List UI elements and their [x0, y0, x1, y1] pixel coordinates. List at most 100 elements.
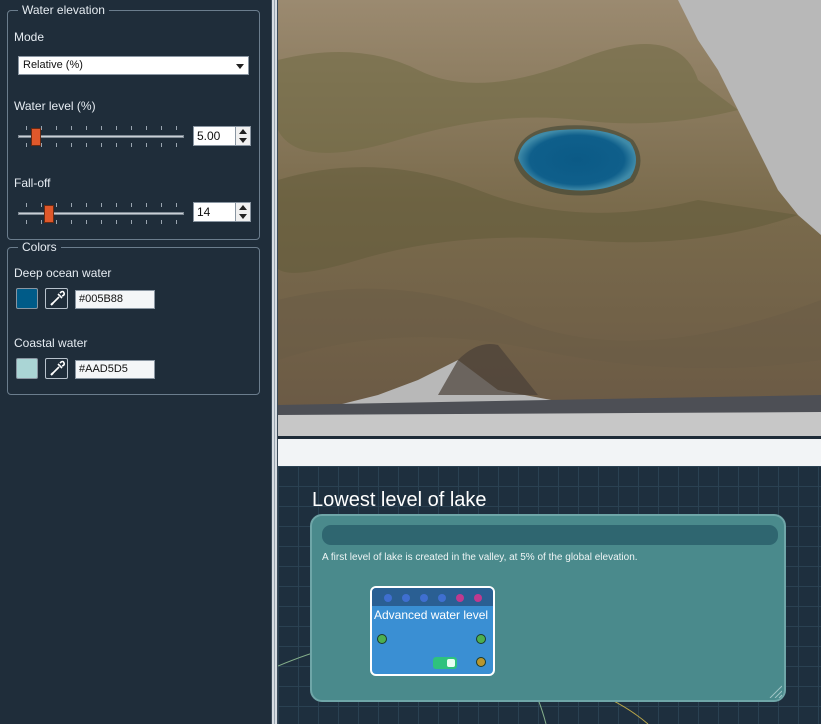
- water-level-track: [18, 135, 184, 138]
- spin-up-icon[interactable]: [239, 129, 247, 134]
- terrain-viewport[interactable]: [278, 0, 821, 439]
- slider-tick: [176, 203, 177, 207]
- slider-tick: [146, 126, 147, 130]
- node-param-port[interactable]: [474, 594, 482, 602]
- falloff-track: [18, 212, 184, 215]
- slider-tick: [56, 143, 57, 147]
- slider-tick: [41, 203, 42, 207]
- deep-ocean-hex: #005B88: [79, 293, 124, 305]
- slider-tick: [176, 220, 177, 224]
- slider-tick: [101, 126, 102, 130]
- slider-tick: [131, 126, 132, 130]
- node-title: Advanced water level: [374, 608, 489, 622]
- slider-tick: [71, 220, 72, 224]
- spin-down-icon[interactable]: [239, 138, 247, 143]
- coastal-water-label: Coastal water: [14, 336, 88, 350]
- slider-tick: [146, 220, 147, 224]
- slider-tick: [101, 220, 102, 224]
- spin-up-icon[interactable]: [239, 205, 247, 210]
- falloff-spinbox[interactable]: 14: [193, 202, 251, 222]
- slider-tick: [146, 143, 147, 147]
- eyedropper-icon: [50, 290, 66, 306]
- water-level-spinbox[interactable]: 5.00: [193, 126, 251, 146]
- slider-tick: [41, 143, 42, 147]
- properties-panel: Water elevation Mode Relative (%) Water …: [0, 0, 271, 724]
- water-elevation-title: Water elevation: [18, 3, 109, 17]
- falloff-label: Fall-off: [14, 176, 51, 190]
- slider-tick: [161, 126, 162, 130]
- slider-tick: [56, 220, 57, 224]
- slider-tick: [116, 126, 117, 130]
- slider-tick: [41, 126, 42, 130]
- slider-tick: [176, 126, 177, 130]
- slider-tick: [26, 220, 27, 224]
- node-preview-toggle[interactable]: [433, 657, 457, 669]
- slider-tick: [26, 126, 27, 130]
- eyedropper-icon: [50, 360, 66, 376]
- water-elevation-group: Water elevation Mode Relative (%) Water …: [7, 3, 260, 240]
- node-header: [372, 588, 493, 606]
- panel-splitter[interactable]: [271, 0, 278, 724]
- falloff-handle[interactable]: [44, 205, 54, 223]
- colors-group: Colors Deep ocean water #005B88 Coastal …: [7, 240, 260, 395]
- node-graph-editor[interactable]: Lowest level of lake A first level of la…: [278, 466, 821, 724]
- slider-tick: [161, 220, 162, 224]
- node-output-port[interactable]: [476, 634, 486, 644]
- node-input-port[interactable]: [377, 634, 387, 644]
- note-header-bar[interactable]: [322, 525, 778, 545]
- mode-label: Mode: [14, 30, 45, 44]
- coastal-water-picker-button[interactable]: [45, 358, 68, 379]
- slider-tick: [116, 220, 117, 224]
- water-level-value: 5.00: [197, 129, 221, 143]
- deep-ocean-picker-button[interactable]: [45, 288, 68, 309]
- advanced-water-level-node[interactable]: Advanced water level: [370, 586, 495, 676]
- viewport-status-bar: [278, 436, 821, 466]
- water-level-label: Water level (%): [14, 99, 96, 113]
- node-param-port[interactable]: [420, 594, 428, 602]
- slider-tick: [176, 143, 177, 147]
- colors-title: Colors: [18, 240, 61, 254]
- slider-tick: [26, 143, 27, 147]
- slider-tick: [116, 203, 117, 207]
- resize-grip-icon[interactable]: [768, 684, 782, 698]
- deep-ocean-hex-field[interactable]: #005B88: [75, 290, 155, 309]
- slider-tick: [116, 143, 117, 147]
- coastal-water-hex: #AAD5D5: [79, 363, 128, 375]
- slider-tick: [71, 126, 72, 130]
- deep-ocean-swatch[interactable]: [16, 288, 38, 309]
- water-level-spin-buttons[interactable]: [235, 127, 250, 145]
- slider-tick: [146, 203, 147, 207]
- coastal-water-swatch[interactable]: [16, 358, 38, 379]
- slider-tick: [26, 203, 27, 207]
- falloff-value: 14: [197, 205, 211, 219]
- terrain-render: [278, 0, 821, 439]
- node-param-port[interactable]: [438, 594, 446, 602]
- slider-tick: [86, 143, 87, 147]
- spin-down-icon[interactable]: [239, 214, 247, 219]
- slider-tick: [86, 203, 87, 207]
- slider-tick: [101, 143, 102, 147]
- slider-tick: [56, 126, 57, 130]
- slider-tick: [131, 143, 132, 147]
- node-param-port[interactable]: [402, 594, 410, 602]
- coastal-water-hex-field[interactable]: #AAD5D5: [75, 360, 155, 379]
- slider-tick: [161, 203, 162, 207]
- slider-tick: [101, 203, 102, 207]
- slider-tick: [86, 126, 87, 130]
- note-title: Lowest level of lake: [312, 489, 487, 511]
- node-param-port[interactable]: [384, 594, 392, 602]
- slider-tick: [86, 220, 87, 224]
- deep-ocean-label: Deep ocean water: [14, 266, 112, 280]
- mode-value: Relative (%): [23, 59, 83, 71]
- falloff-slider[interactable]: [18, 203, 184, 224]
- slider-tick: [71, 203, 72, 207]
- mode-dropdown[interactable]: Relative (%): [18, 56, 249, 75]
- node-param-port[interactable]: [456, 594, 464, 602]
- slider-tick: [41, 220, 42, 224]
- slider-tick: [161, 143, 162, 147]
- water-level-slider[interactable]: [18, 126, 184, 147]
- slider-tick: [71, 143, 72, 147]
- node-mask-output-port[interactable]: [476, 657, 486, 667]
- water-level-handle[interactable]: [31, 128, 41, 146]
- falloff-spin-buttons[interactable]: [235, 203, 250, 221]
